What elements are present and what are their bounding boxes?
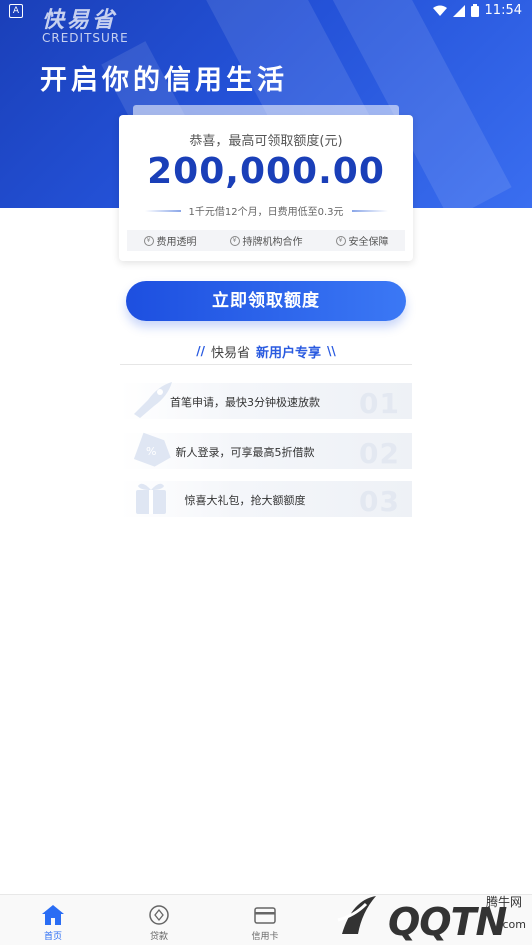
feature-item: ¥ 费用透明 (143, 233, 197, 248)
quota-subtitle: 恭喜，最高可领取额度(元) (189, 134, 343, 149)
quota-note-row: 1千元借12个月，日费用低至0.3元 (119, 203, 413, 218)
yen-icon: ¥ (229, 235, 240, 246)
signal-icon (452, 4, 465, 17)
feature-item: ¥ 持牌机构合作 (229, 233, 303, 248)
watermark-logo-icon (337, 896, 376, 934)
battery-icon (470, 4, 479, 17)
site-watermark: QQTN 腾牛网 .com (330, 890, 530, 944)
yen-icon: ¥ (143, 235, 154, 246)
divider-line-right (351, 209, 388, 212)
card-stack-decoration (133, 105, 399, 115)
tab-credit-card[interactable]: 信用卡 (230, 895, 300, 945)
loan-icon (149, 905, 169, 925)
slash-decoration-left-icon: // (196, 344, 205, 358)
benefit-item: 首笔申请，最快3分钟极速放款 01 (120, 382, 412, 420)
tab-home[interactable]: 首页 (18, 895, 88, 945)
new-user-header: // 快易省 新用户专享 \\ (120, 340, 412, 362)
brand-name-cn: 快易省 (42, 8, 118, 33)
exclusive-brand: 快易省 (210, 345, 250, 361)
watermark-small: 腾牛网 (485, 895, 522, 909)
tab-label: 信用卡 (251, 932, 279, 942)
exclusive-highlight: 新用户专享 (256, 345, 322, 361)
quota-note: 1千元借12个月，日费用低至0.3元 (188, 207, 344, 218)
brand-name-en: CREDITSURE (42, 31, 129, 45)
section-divider (120, 364, 412, 365)
notification-icon: A (9, 4, 23, 18)
brand-logo: 快易省 CREDITSURE (42, 2, 129, 45)
benefit-number: 03 (359, 485, 400, 518)
benefit-item: 惊喜大礼包，抢大额额度 03 (120, 481, 412, 518)
benefit-number: 01 (359, 387, 400, 420)
slash-decoration-right-icon: \\ (327, 344, 336, 358)
claim-quota-button[interactable]: 立即领取额度 (126, 281, 406, 321)
feature-strip: ¥ 费用透明 ¥ 持牌机构合作 ¥ 安全保障 (127, 230, 405, 251)
tab-label: 贷款 (149, 932, 168, 942)
feature-item: ¥ 安全保障 (335, 233, 389, 248)
hero-slogan: 开启你的信用生活 (40, 65, 288, 96)
wifi-icon (432, 5, 447, 16)
benefit-text: 新人登录，可享最高5折借款 (175, 446, 315, 459)
feature-label: 费用透明 (156, 237, 197, 248)
benefit-text: 惊喜大礼包，抢大额额度 (184, 494, 306, 507)
quota-amount: 200,000.00 (147, 151, 385, 192)
credit-card-icon (254, 907, 276, 924)
yen-icon: ¥ (335, 235, 346, 246)
home-icon (42, 905, 64, 925)
benefit-text: 首笔申请，最快3分钟极速放款 (170, 396, 320, 409)
quota-card: 恭喜，最高可领取额度(元) 200,000.00 1千元借12个月，日费用低至0… (119, 105, 413, 261)
watermark-domain: .com (499, 918, 526, 931)
tab-loans[interactable]: 贷款 (124, 895, 194, 945)
tab-label: 首页 (43, 932, 62, 942)
benefit-number: 02 (359, 437, 400, 470)
benefit-item: % 新人登录，可享最高5折借款 02 (120, 432, 412, 470)
clock: 11:54 (484, 3, 522, 18)
divider-line-left (144, 209, 181, 212)
feature-label: 安全保障 (348, 237, 389, 248)
status-icons: 11:54 (432, 3, 522, 18)
feature-label: 持牌机构合作 (242, 237, 303, 248)
